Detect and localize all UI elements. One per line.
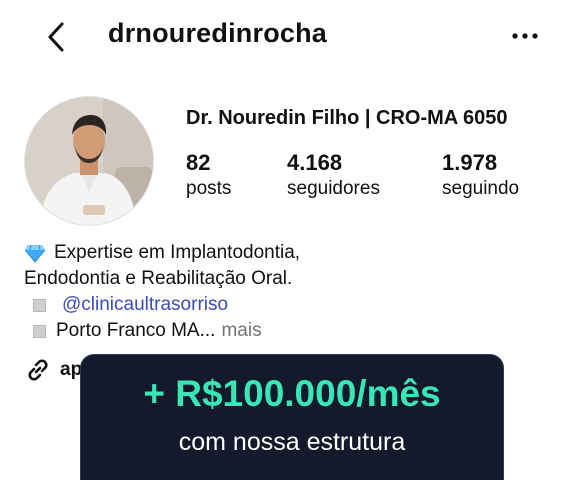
clinic-mention-link[interactable]: @clinicaultrasorriso bbox=[62, 292, 228, 318]
profile-username: drnouredinrocha bbox=[108, 18, 328, 48]
profile-bio: Expertise em Implantodontia, Endodontia … bbox=[24, 240, 564, 344]
square-bullet-icon bbox=[33, 324, 46, 338]
link-icon bbox=[28, 359, 48, 381]
square-bullet-icon bbox=[33, 298, 46, 312]
back-button[interactable] bbox=[40, 18, 76, 56]
promo-banner: + R$100.000/mês com nossa estrutura bbox=[80, 354, 504, 480]
more-horizontal-icon bbox=[512, 33, 538, 39]
external-link[interactable]: ap bbox=[24, 356, 82, 384]
bio-more-link[interactable]: mais bbox=[221, 318, 261, 344]
bio-line: Endodontia e Reabilitação Oral. bbox=[24, 266, 564, 292]
posts-count: 82 bbox=[186, 150, 211, 175]
more-options-button[interactable] bbox=[509, 22, 541, 50]
external-link-text: ap bbox=[60, 359, 83, 380]
following-count: 1.978 bbox=[442, 150, 498, 175]
chevron-left-icon bbox=[48, 22, 64, 52]
following-stat[interactable]: 1.978 seguindo bbox=[442, 150, 519, 202]
bio-line: @clinicaultrasorriso bbox=[24, 292, 564, 318]
profile-avatar[interactable] bbox=[24, 96, 154, 226]
posts-label: posts bbox=[186, 178, 232, 199]
bio-line: Expertise em Implantodontia, bbox=[24, 240, 564, 266]
following-label: seguindo bbox=[442, 178, 520, 199]
promo-subtitle: com nossa estrutura bbox=[178, 428, 406, 456]
bio-line-1: Expertise em Implantodontia, bbox=[54, 242, 301, 263]
bio-line: Porto Franco MA... mais bbox=[24, 318, 564, 344]
gem-icon bbox=[24, 244, 46, 263]
avatar-photo bbox=[25, 97, 153, 225]
followers-label: seguidores bbox=[287, 178, 380, 199]
followers-stat[interactable]: 4.168 seguidores bbox=[287, 150, 380, 202]
bio-location: Porto Franco MA... bbox=[56, 320, 216, 341]
bio-line-2: Endodontia e Reabilitação Oral. bbox=[24, 268, 293, 289]
profile-display-name: Dr. Nouredin Filho | CRO-MA 6050 bbox=[186, 107, 508, 129]
promo-title: + R$100.000/mês bbox=[143, 373, 441, 414]
posts-stat[interactable]: 82 posts bbox=[186, 150, 231, 202]
followers-count: 4.168 bbox=[287, 150, 343, 175]
